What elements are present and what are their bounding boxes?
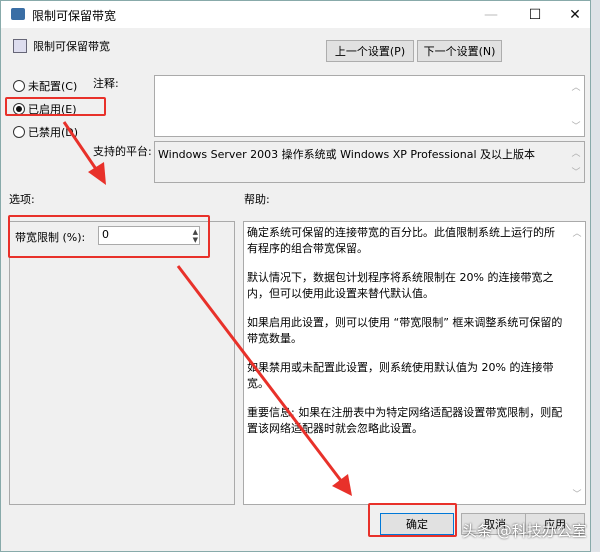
watermark: 头条 @科技办公室 xyxy=(462,522,587,540)
annotation-arrows xyxy=(62,121,352,496)
arrow-line xyxy=(176,265,344,483)
arrow-head xyxy=(332,474,352,496)
arrow-line xyxy=(62,121,100,173)
arrow-head xyxy=(88,162,106,185)
